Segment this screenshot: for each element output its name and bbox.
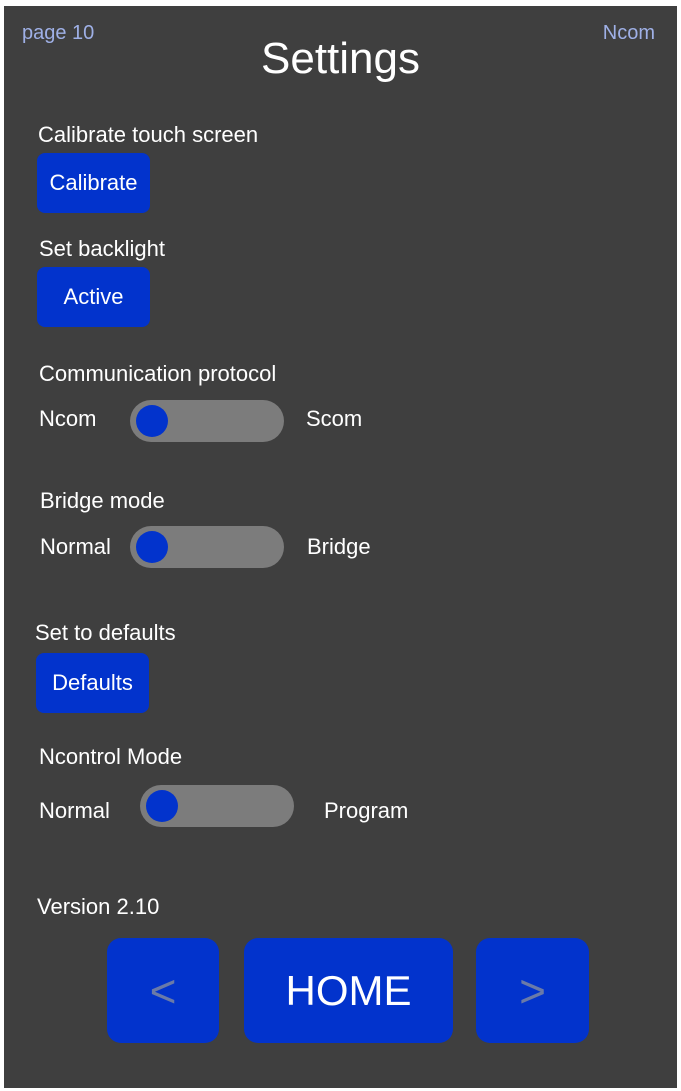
- previous-page-button[interactable]: <: [107, 938, 219, 1043]
- backlight-section-label: Set backlight: [39, 236, 165, 261]
- settings-screen: page 10 Ncom Settings Calibrate touch sc…: [4, 6, 677, 1088]
- defaults-button[interactable]: Defaults: [36, 653, 149, 713]
- protocol-right-option: Scom: [306, 406, 363, 431]
- next-page-button[interactable]: >: [476, 938, 589, 1043]
- page-title: Settings: [261, 34, 420, 83]
- bridge-toggle-knob: [136, 531, 168, 563]
- protocol-toggle-knob: [136, 405, 168, 437]
- protocol-left-option: Ncom: [39, 406, 97, 431]
- home-button[interactable]: HOME: [244, 938, 453, 1043]
- ncontrol-right-option: Program: [324, 798, 409, 823]
- communication-protocol-label: Communication protocol: [39, 361, 277, 386]
- bridge-right-option: Bridge: [307, 534, 371, 559]
- version-label: Version 2.10: [37, 894, 160, 919]
- bridge-left-option: Normal: [40, 534, 111, 559]
- ncontrol-toggle-knob: [146, 790, 178, 822]
- ncontrol-left-option: Normal: [39, 798, 110, 823]
- calibrate-section-label: Calibrate touch screen: [38, 122, 259, 147]
- bridge-mode-toggle[interactable]: [130, 526, 284, 568]
- ncontrol-mode-toggle[interactable]: [140, 785, 294, 827]
- home-button-label: HOME: [285, 966, 412, 1014]
- protocol-toggle[interactable]: [130, 400, 284, 442]
- ncontrol-mode-label: Ncontrol Mode: [39, 744, 183, 769]
- calibrate-button[interactable]: Calibrate: [37, 153, 150, 213]
- next-arrow-icon: >: [519, 964, 546, 1017]
- previous-arrow-icon: <: [149, 964, 177, 1017]
- backlight-button[interactable]: Active: [37, 267, 150, 327]
- defaults-section-label: Set to defaults: [35, 620, 176, 645]
- calibrate-button-label: Calibrate: [49, 170, 138, 195]
- backlight-button-label: Active: [63, 284, 124, 309]
- bridge-mode-label: Bridge mode: [40, 488, 165, 513]
- defaults-button-label: Defaults: [52, 670, 133, 695]
